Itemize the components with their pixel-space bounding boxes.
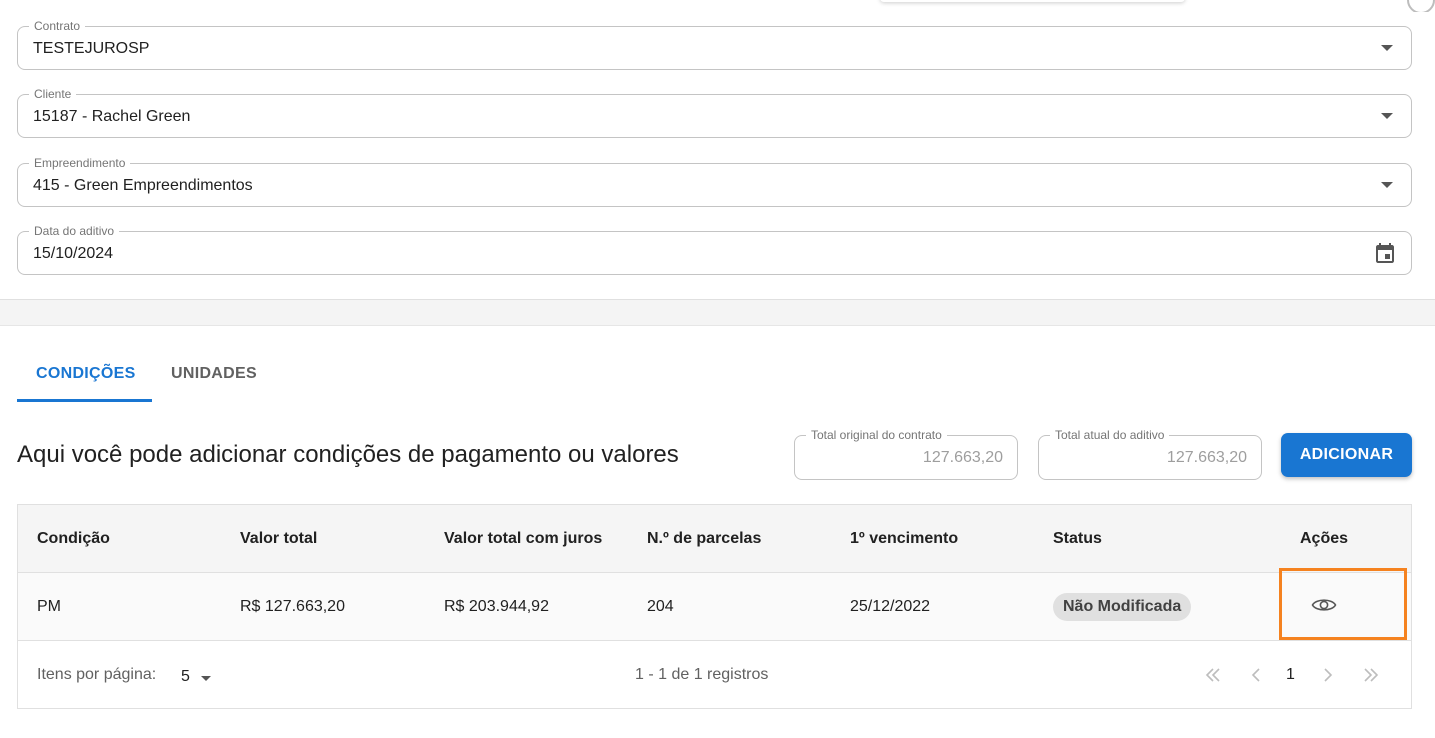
column-header-vencimento: 1º vencimento (850, 530, 959, 547)
total-original-field: Total original do contrato 127.663,20 (794, 427, 1018, 480)
cell-valor-total: R$ 127.663,20 (240, 598, 345, 615)
cell-condicao: PM (37, 598, 61, 615)
eye-icon[interactable] (1311, 595, 1337, 615)
column-header-condicao: Condição (37, 530, 110, 547)
tab-unidades[interactable]: UNIDADES (171, 364, 257, 388)
empreendimento-label: Empreendimento (29, 155, 131, 171)
table-row: PM R$ 127.663,20 R$ 203.944,92 204 25/12… (18, 568, 1411, 641)
contrato-select[interactable]: Contrato TESTEJUROSP (17, 18, 1412, 70)
data-aditivo-label: Data do aditivo (29, 223, 120, 239)
cell-parcelas: 204 (647, 598, 674, 615)
table-footer: Itens por página: 5 1 - 1 de 1 registros… (18, 641, 1411, 709)
current-page: 1 (1286, 666, 1295, 683)
last-page-icon[interactable] (1361, 665, 1381, 685)
next-page-icon[interactable] (1318, 665, 1338, 685)
column-header-acoes: Ações (1300, 530, 1349, 547)
action-highlight-box (1279, 568, 1407, 640)
chevron-down-icon[interactable] (1381, 45, 1393, 51)
total-original-label: Total original do contrato (806, 427, 947, 443)
conditions-card: CONDIÇÕES UNIDADES Aqui você pode adicio… (0, 325, 1435, 738)
chevron-down-icon[interactable] (1381, 113, 1393, 119)
per-page-label: Itens por página: (37, 666, 157, 683)
total-atual-label: Total atual do aditivo (1050, 427, 1170, 443)
form-card: Contrato TESTEJUROSP Cliente 15187 - Rac… (0, 12, 1435, 300)
cliente-select[interactable]: Cliente 15187 - Rachel Green (17, 86, 1412, 138)
column-header-valor-total: Valor total (240, 530, 318, 547)
data-aditivo-value: 15/10/2024 (33, 245, 114, 262)
active-tab-indicator (17, 399, 152, 402)
cell-vencimento: 25/12/2022 (850, 598, 931, 615)
previous-page-icon[interactable] (1246, 665, 1266, 685)
contrato-label: Contrato (29, 18, 86, 34)
data-aditivo-field[interactable]: Data do aditivo 15/10/2024 (17, 223, 1412, 275)
column-header-status: Status (1053, 530, 1102, 547)
records-count: 1 - 1 de 1 registros (635, 666, 769, 683)
contrato-value: TESTEJUROSP (33, 40, 150, 57)
top-bar (0, 0, 1435, 12)
page-title: Aqui você pode adicionar condições de pa… (17, 441, 679, 468)
total-atual-field: Total atual do aditivo 127.663,20 (1038, 427, 1262, 480)
empreendimento-value: 415 - Green Empreendimentos (33, 177, 253, 194)
column-header-valor-juros: Valor total com juros (444, 530, 603, 547)
per-page-select[interactable]: 5 (181, 668, 190, 686)
conditions-table: Condição Valor total Valor total com jur… (17, 504, 1412, 709)
top-toast-edge (880, 0, 1185, 2)
cliente-value: 15187 - Rachel Green (33, 108, 191, 125)
chevron-down-icon[interactable] (1381, 182, 1393, 188)
total-atual-value: 127.663,20 (1166, 449, 1247, 466)
add-button[interactable]: ADICIONAR (1281, 433, 1412, 477)
empreendimento-select[interactable]: Empreendimento 415 - Green Empreendiment… (17, 155, 1412, 207)
first-page-icon[interactable] (1203, 665, 1223, 685)
chevron-down-icon[interactable] (201, 676, 211, 681)
tab-condicoes[interactable]: CONDIÇÕES (36, 364, 136, 388)
calendar-icon[interactable] (1373, 241, 1397, 265)
column-header-parcelas: N.º de parcelas (647, 530, 762, 547)
cliente-label: Cliente (29, 86, 77, 102)
total-original-value: 127.663,20 (922, 449, 1003, 466)
status-badge: Não Modificada (1053, 593, 1192, 621)
table-header: Condição Valor total Valor total com jur… (18, 505, 1411, 573)
cell-valor-juros: R$ 203.944,92 (444, 598, 549, 615)
